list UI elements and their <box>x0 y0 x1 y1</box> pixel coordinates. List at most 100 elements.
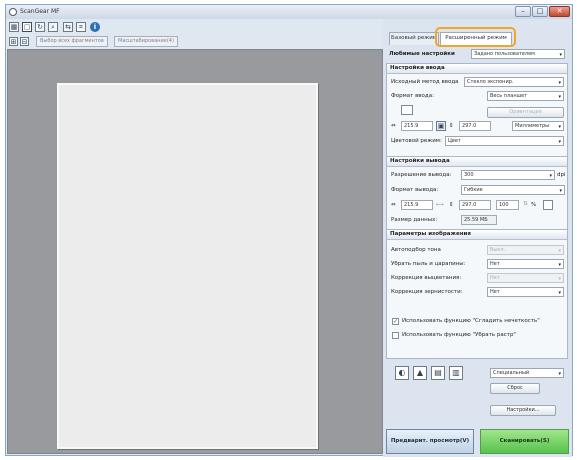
grain-correction-label: Коррекция зернистости: <box>391 289 463 295</box>
minimize-button[interactable]: – <box>515 6 531 17</box>
window-title: ScanGear MF <box>20 8 60 15</box>
unsharp-mask-checkbox[interactable]: ✓ <box>392 318 399 325</box>
orientation-button[interactable]: Ориентация <box>487 107 564 118</box>
thumbnail-icon[interactable]: ▦ <box>9 22 19 32</box>
descreen-checkbox[interactable] <box>392 332 399 339</box>
descreen-label: Использовать функцию "Убрать растр" <box>402 332 516 338</box>
chevron-down-icon: ▾ <box>558 248 561 254</box>
chevron-down-icon: ▾ <box>559 188 562 194</box>
preferences-button[interactable]: Настройки... <box>490 405 556 416</box>
resolution-label: Разрешение вывода: <box>391 172 452 178</box>
settings-panel: Базовый режим Расширенный режим Любимые … <box>383 19 572 457</box>
output-height-field[interactable]: 297.0 <box>459 200 491 210</box>
output-width-field[interactable]: 215.9 <box>401 200 433 210</box>
scan-button[interactable]: Сканировать(S) <box>480 429 569 454</box>
width-icon: ⇔ <box>391 123 396 129</box>
output-settings-section: Настройки вывода Разрешение вывода: 300 ▾… <box>386 156 568 231</box>
color-mode-value: Цвет <box>448 138 461 144</box>
auto-tone-value: Выкл. <box>490 247 506 253</box>
height-icon: ⇕ <box>449 123 454 129</box>
chevron-down-icon: ▾ <box>558 262 561 268</box>
output-settings-header[interactable]: Настройки вывода <box>387 157 567 167</box>
spin-icon[interactable]: ⇅ <box>523 201 528 207</box>
link-icon: ⟷ <box>436 202 444 208</box>
chevron-down-icon: ▾ <box>558 80 561 86</box>
output-size-value: Гибкие <box>464 187 483 193</box>
output-size-select[interactable]: Гибкие ▾ <box>461 185 565 195</box>
preview-area[interactable] <box>7 49 383 454</box>
preview-page[interactable] <box>57 83 318 449</box>
scangear-window: ScanGear MF – □ ✕ ▦ ▢ ↻ ⌕ ⇆ ⌗ i ⊞ ⊟ Выбо… <box>5 4 573 457</box>
scale-percent-field[interactable]: 100 <box>496 200 519 210</box>
threshold-icon[interactable]: ▥ <box>449 366 463 380</box>
mirror-icon[interactable]: ⇆ <box>63 22 73 32</box>
unit-select[interactable]: Миллиметры ▾ <box>512 121 564 131</box>
zoom-icon[interactable]: ⌕ <box>48 22 58 32</box>
trim-icon[interactable]: ⌗ <box>76 22 86 32</box>
auto-crop-icon[interactable]: ⊞ <box>9 37 18 46</box>
toolbar: ▦ ▢ ↻ ⌕ ⇆ ⌗ i <box>6 19 383 35</box>
chevron-down-icon: ▾ <box>558 290 561 296</box>
advanced-tab-highlight <box>435 27 516 47</box>
favorite-settings-select[interactable]: Задано пользователем ▾ <box>471 49 565 59</box>
close-button[interactable]: ✕ <box>549 6 570 17</box>
fading-correction-label: Коррекция выцветания: <box>391 275 462 281</box>
chevron-down-icon: ▾ <box>558 371 561 377</box>
resolution-select[interactable]: 300 ▾ <box>461 170 555 180</box>
select-all-frames-button[interactable]: Выбор всех фрагментов <box>36 36 108 47</box>
dust-removal-value: Нет <box>490 261 500 267</box>
fading-correction-select: Нет ▾ <box>487 273 564 283</box>
auto-tone-select: Выкл. ▾ <box>487 245 564 255</box>
tone-curve-icon[interactable]: ▤ <box>431 366 445 380</box>
input-width-field[interactable]: 215.9 <box>401 121 433 131</box>
dust-removal-label: Убрать пыль и царапины: <box>391 261 466 267</box>
input-source-select[interactable]: Стекло экспонир. ▾ <box>464 77 564 87</box>
input-size-label: Формат ввода: <box>391 93 434 99</box>
custom-settings-value: Специальный <box>493 370 530 376</box>
chevron-down-icon: ▾ <box>558 276 561 282</box>
input-source-value: Стекло экспонир. <box>467 79 514 85</box>
input-source-label: Исходный метод ввода <box>391 79 459 85</box>
chevron-down-icon: ▾ <box>558 139 561 145</box>
color-mode-select[interactable]: Цвет ▾ <box>445 136 564 146</box>
custom-settings-select[interactable]: Специальный ▾ <box>490 368 564 378</box>
preview-button[interactable]: Предварит. просмотр(V) <box>386 429 474 454</box>
remove-crop-icon[interactable]: ⊟ <box>20 37 29 46</box>
chevron-down-icon: ▾ <box>558 94 561 100</box>
reset-button[interactable]: Сброс <box>490 383 540 394</box>
data-size-value: 25.59 МБ <box>461 215 497 225</box>
color-mode-label: Цветовой режим: <box>391 138 442 144</box>
document-icon <box>401 105 413 115</box>
histogram-icon[interactable]: ▲ <box>413 366 427 380</box>
width-icon: ⇔ <box>391 202 396 208</box>
tab-basic-mode[interactable]: Базовый режим <box>389 32 439 45</box>
input-size-select[interactable]: Весь планшет ▾ <box>487 91 564 101</box>
brightness-contrast-icon[interactable]: ◐ <box>395 366 409 380</box>
input-height-field[interactable]: 297.0 <box>459 121 491 131</box>
dust-removal-select[interactable]: Нет ▾ <box>487 259 564 269</box>
info-icon[interactable]: i <box>90 22 100 32</box>
maximize-button[interactable]: □ <box>532 6 548 17</box>
percent-unit: % <box>531 202 537 208</box>
fading-correction-value: Нет <box>490 275 500 281</box>
whole-image-icon[interactable]: ▢ <box>22 22 32 32</box>
resolution-unit: dpi <box>557 172 566 178</box>
app-icon <box>9 8 17 16</box>
image-settings-section: Параметры изображения Автоподбор тона Вы… <box>386 229 568 359</box>
unsharp-mask-label: Использовать функцию "Сгладить нечеткост… <box>402 318 540 324</box>
input-settings-section: Настройки ввода Исходный метод ввода Сте… <box>386 63 568 158</box>
rotate-icon[interactable]: ↻ <box>35 22 45 32</box>
image-settings-header[interactable]: Параметры изображения <box>387 230 567 240</box>
resolution-value: 300 <box>464 172 474 178</box>
page-icon <box>543 200 553 210</box>
grain-correction-select[interactable]: Нет ▾ <box>487 287 564 297</box>
favorite-settings-label: Любимые настройки <box>389 51 455 57</box>
favorite-settings-value: Задано пользователем <box>474 51 535 57</box>
height-icon: ⇕ <box>449 202 454 208</box>
scale-button[interactable]: Масштабирование(4) <box>114 36 178 47</box>
input-settings-header[interactable]: Настройки ввода <box>387 64 567 74</box>
lock-ratio-icon[interactable]: ▣ <box>436 121 446 131</box>
data-size-label: Размер данных: <box>391 217 438 223</box>
chevron-down-icon: ▾ <box>549 173 552 179</box>
chevron-down-icon: ▾ <box>558 124 561 130</box>
